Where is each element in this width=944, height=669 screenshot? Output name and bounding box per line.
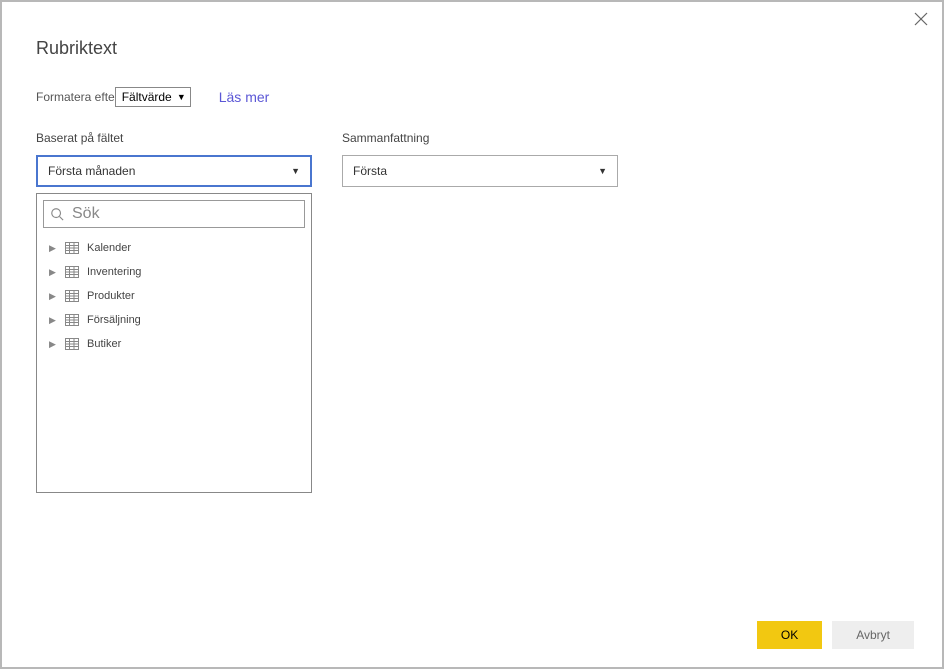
dialog-title: Rubriktext	[36, 38, 908, 59]
close-button[interactable]	[914, 12, 928, 31]
columns: Baserat på fältet Första månaden ▼ ▶	[36, 131, 908, 493]
table-icon	[65, 242, 79, 254]
dialog-footer: OK Avbryt	[757, 621, 914, 649]
table-icon	[65, 314, 79, 326]
expand-icon: ▶	[49, 291, 57, 302]
close-icon	[914, 12, 928, 26]
table-icon	[65, 338, 79, 350]
expand-icon: ▶	[49, 315, 57, 326]
summary-label: Sammanfattning	[342, 131, 618, 145]
format-row: Formatera efter Fältvärde ▼ Läs mer	[36, 87, 908, 107]
format-by-label: Formatera efter	[36, 90, 119, 104]
chevron-down-icon: ▼	[291, 166, 300, 176]
based-on-selected: Första månaden	[48, 164, 135, 178]
summary-selected: Första	[353, 164, 387, 178]
search-box[interactable]	[43, 200, 305, 228]
chevron-down-icon: ▼	[177, 92, 186, 102]
summary-select[interactable]: Första ▼	[342, 155, 618, 187]
tree-item-label: Inventering	[87, 266, 141, 278]
based-on-label: Baserat på fältet	[36, 131, 312, 145]
based-on-select[interactable]: Första månaden ▼	[36, 155, 312, 187]
cancel-button[interactable]: Avbryt	[832, 621, 914, 649]
table-icon	[65, 266, 79, 278]
title-text-dialog: Rubriktext Formatera efter Fältvärde ▼ L…	[2, 2, 942, 667]
based-on-column: Baserat på fältet Första månaden ▼ ▶	[36, 131, 312, 493]
field-tree: ▶ Kalender ▶ Inventering ▶	[43, 236, 305, 356]
summary-column: Sammanfattning Första ▼	[342, 131, 618, 493]
learn-more-link[interactable]: Läs mer	[219, 89, 270, 105]
expand-icon: ▶	[49, 339, 57, 350]
search-icon	[50, 207, 64, 221]
tree-item-inventering[interactable]: ▶ Inventering	[47, 260, 305, 284]
tree-item-butiker[interactable]: ▶ Butiker	[47, 332, 305, 356]
tree-item-label: Kalender	[87, 242, 131, 254]
tree-item-label: Produkter	[87, 290, 135, 302]
chevron-down-icon: ▼	[598, 166, 607, 176]
format-by-select[interactable]: Fältvärde ▼	[115, 87, 191, 107]
expand-icon: ▶	[49, 243, 57, 254]
tree-item-label: Butiker	[87, 338, 121, 350]
tree-item-produkter[interactable]: ▶ Produkter	[47, 284, 305, 308]
tree-item-kalender[interactable]: ▶ Kalender	[47, 236, 305, 260]
search-input[interactable]	[72, 205, 298, 223]
table-icon	[65, 290, 79, 302]
field-dropdown-panel: ▶ Kalender ▶ Inventering ▶	[36, 193, 312, 493]
ok-button[interactable]: OK	[757, 621, 822, 649]
format-by-selected: Fältvärde	[122, 90, 172, 104]
expand-icon: ▶	[49, 267, 57, 278]
tree-item-label: Försäljning	[87, 314, 141, 326]
tree-item-forsaljning[interactable]: ▶ Försäljning	[47, 308, 305, 332]
